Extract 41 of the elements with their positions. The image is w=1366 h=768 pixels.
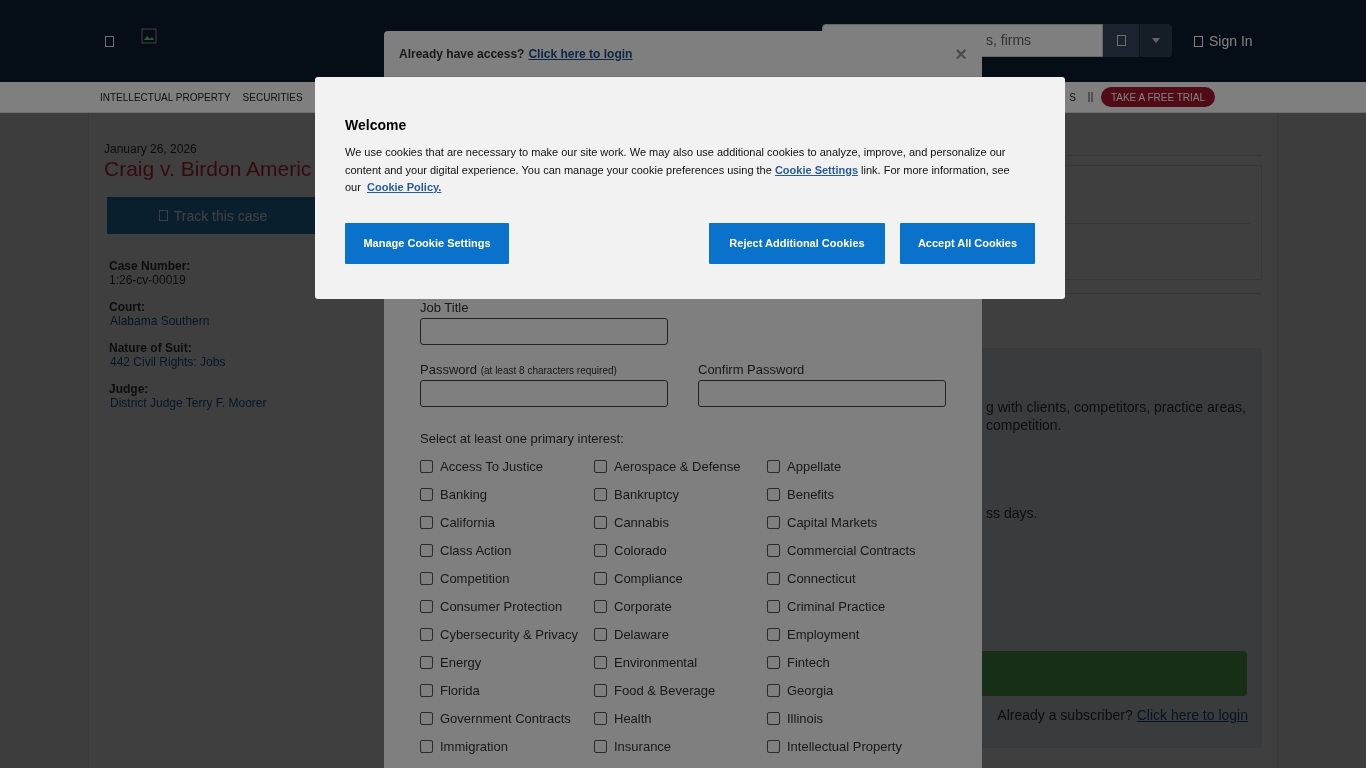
access-text: Already have access? — [399, 46, 525, 61]
checkbox-label: Connecticut — [787, 570, 856, 586]
checkbox-label: Intellectual Property — [787, 738, 902, 754]
checkbox-label: Georgia — [787, 682, 834, 698]
field-label: Job Title — [420, 300, 469, 316]
checkbox-label: Colorado — [614, 542, 667, 558]
checkbox-label: Capital Markets — [787, 514, 878, 530]
checkbox-label: Cybersecurity & Privacy — [440, 626, 578, 642]
checkbox-label: Appellate — [787, 458, 842, 474]
checkbox-label: Compliance — [614, 570, 683, 586]
field-hint: (at least 8 characters required) — [480, 365, 617, 376]
interests-label: Select at least one primary interest: — [420, 431, 625, 446]
checkbox-label: Commercial Contracts — [787, 542, 916, 558]
checkbox-label: Government Contracts — [440, 710, 571, 726]
checkbox-label: California — [440, 514, 495, 530]
checkbox-label: Consumer Protection — [440, 598, 563, 614]
checkbox-label: Immigration — [440, 738, 508, 754]
checkbox-label: Employment — [787, 626, 860, 642]
checkbox-label: Illinois — [787, 710, 824, 726]
cookie-notice-text: We use cookies that are necessary to make our site work. We may also use additional cookies to analyze, improve, and personalize our content and your digital experience. You can manage your cookie preferences using the Cookie Settings link. For more information, see our Cookie Policy. — [345, 145, 1011, 195]
checkbox-label: Food & Beverage — [614, 682, 716, 698]
checkbox-label: Class Action — [440, 542, 512, 558]
checkbox-label: Access To Justice — [440, 458, 544, 474]
checkbox-label: Florida — [440, 682, 480, 698]
checkbox-label: Corporate — [614, 598, 672, 614]
checkbox-label: Bankruptcy — [614, 486, 680, 502]
field-label: Confirm Password — [698, 362, 805, 378]
checkbox-label: Benefits — [787, 486, 834, 502]
checkbox-label: Health — [614, 710, 652, 726]
field-label: Password — [420, 362, 478, 377]
banner-title: Welcome — [345, 117, 408, 133]
checkbox-label: Aerospace & Defense — [614, 458, 741, 474]
checkbox-label: Banking — [440, 486, 487, 502]
checkbox-label: Delaware — [614, 626, 669, 642]
checkbox-label: Cannabis — [614, 514, 669, 530]
checkbox-label: Insurance — [614, 738, 672, 754]
checkbox-label: Criminal Practice — [787, 598, 886, 614]
checkbox-label: Competition — [440, 570, 510, 586]
checkbox-label: Energy — [440, 654, 482, 670]
checkbox-label: Environmental — [614, 654, 698, 670]
checkbox-label: Fintech — [787, 654, 830, 670]
